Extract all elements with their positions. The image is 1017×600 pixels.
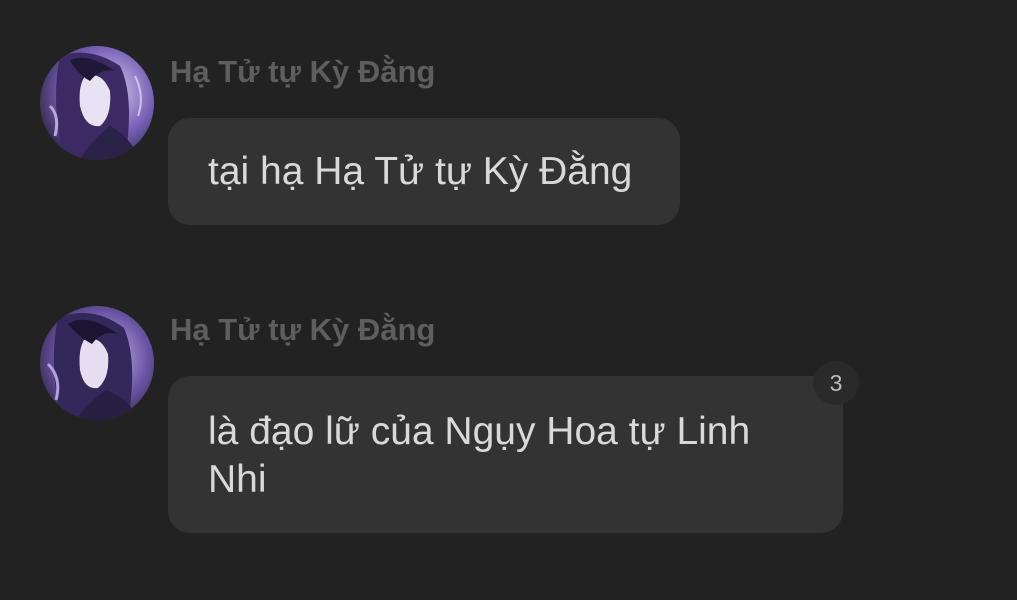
sender-name[interactable]: Hạ Tử tự Kỳ Đằng — [170, 311, 435, 349]
reaction-count-badge[interactable]: 3 — [813, 361, 859, 405]
message-text: tại hạ Hạ Tử tự Kỳ Đằng — [208, 150, 633, 193]
sender-name[interactable]: Hạ Tử tự Kỳ Đằng — [170, 53, 435, 91]
message-bubble[interactable]: tại hạ Hạ Tử tự Kỳ Đằng — [168, 118, 680, 225]
avatar-image — [40, 306, 154, 420]
avatar[interactable] — [40, 306, 154, 420]
avatar[interactable] — [40, 46, 154, 160]
message-bubble[interactable]: là đạo lữ của Ngụy Hoa tự Linh Nhi — [168, 376, 843, 533]
chat-thread: Hạ Tử tự Kỳ Đằng tại hạ Hạ Tử tự Kỳ Đằng… — [0, 0, 1017, 600]
message-text: là đạo lữ của Ngụy Hoa tự Linh Nhi — [208, 410, 751, 501]
avatar-image — [40, 46, 154, 160]
